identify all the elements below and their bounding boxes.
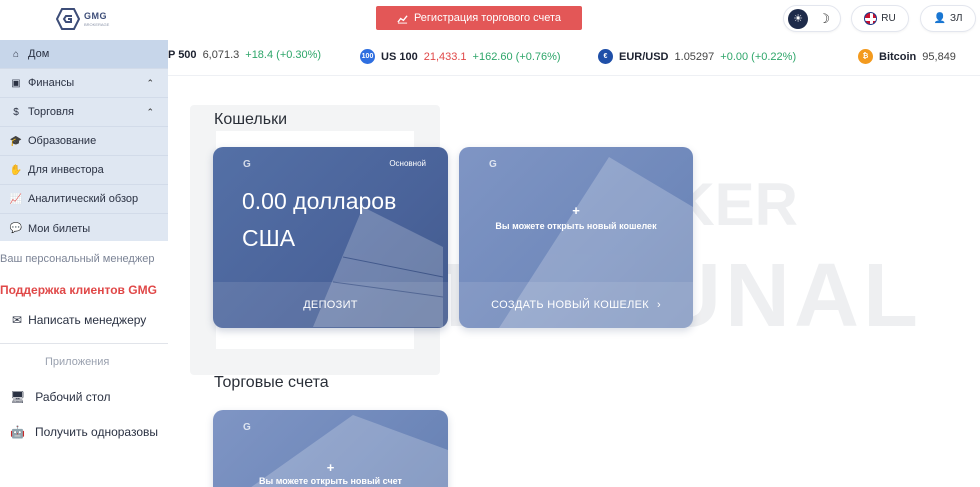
deposit-label: ДЕПОЗИТ (303, 299, 358, 311)
new-account-text: Вы можете открыть новый счет (259, 476, 402, 486)
robot-icon: 🤖 (10, 425, 25, 439)
sidebar-item-finance[interactable]: ▣ Финансы ⌃ (0, 69, 168, 98)
home-icon: ⌂ (12, 48, 20, 60)
chart-up-icon (397, 14, 408, 24)
desktop-app-link[interactable]: 🖥 Рабочий стол (10, 390, 111, 404)
ticker-change: +18.4 (+0.30%) (245, 49, 322, 61)
logo-text: GMG (84, 10, 107, 21)
ticker-name: EUR/USD (619, 50, 669, 63)
new-wallet-text: Вы можете открыть новый кошелек (495, 221, 657, 231)
sidebar-item-trading[interactable]: $ Торговля ⌃ (0, 98, 168, 127)
handshake-icon: ✋ (9, 164, 23, 176)
ticker-price: 6,071.3 (202, 49, 240, 61)
sun-icon[interactable]: ☀ (788, 8, 808, 29)
otp-app-link[interactable]: 🤖 Получить одноразовы (10, 425, 158, 439)
ticker-price: 1.05297 (674, 50, 715, 63)
wallet-icon: ▣ (11, 77, 21, 89)
wallets-title: Кошельки (214, 111, 288, 128)
sidebar-item-education[interactable]: 🎓 Образование (0, 127, 168, 156)
sidebar-item-label: Для инвестора (28, 164, 104, 176)
envelope-icon: ✉ (12, 313, 23, 327)
chat-bubble-icon: 💬 (9, 223, 23, 234)
sidebar-item-tickets[interactable]: 💬 Мои билеты (0, 214, 168, 243)
ticker-name: Bitcoin (879, 50, 917, 63)
sidebar-item-investor[interactable]: ✋ Для инвестора (0, 156, 168, 185)
support-label: Поддержка клиентов GMG (0, 283, 157, 297)
sidebar-divider (0, 343, 168, 344)
new-account-card[interactable]: G + Вы можете открыть новый счет (213, 410, 448, 487)
uk-flag-icon (864, 12, 878, 25)
sidebar-item-label: Дом (28, 48, 50, 60)
ticker-name: US 100 (381, 50, 418, 63)
main-badge: Основной (389, 159, 426, 168)
graduation-cap-icon: 🎓 (9, 135, 23, 147)
chevron-up-icon[interactable]: ⌃ (146, 78, 154, 89)
sidebar-item-label: Образование (28, 135, 97, 147)
language-selector[interactable]: RU (851, 5, 909, 32)
ticker-item[interactable]: ₿ Bitcoin 95,849 (858, 49, 956, 64)
eur-usd-icon: € (598, 49, 613, 64)
trading-accounts-title: Торговые счета (214, 374, 329, 391)
chart-icon: 📈 (9, 193, 23, 205)
desktop-label: Рабочий стол (35, 390, 111, 404)
register-trading-account-button[interactable]: Регистрация торгового счета (376, 6, 582, 30)
plus-icon: + (326, 460, 335, 475)
personal-manager-label: Ваш персональный менеджер (0, 253, 155, 265)
logo-subtext: BROKERAGE (84, 21, 110, 27)
card-logo-icon: G (243, 159, 251, 170)
monitor-icon: 🖥 (10, 390, 26, 404)
gmg-logo[interactable]: GMG BROKERAGE (56, 8, 109, 30)
sidebar-menu: ⌂ Дом ▣ Финансы ⌃ $ Торговля ⌃ 🎓 Образов… (0, 40, 168, 241)
ticker-price: 95,849 (922, 50, 956, 63)
ticker-item[interactable]: P 500 6,071.3 +18.4 (+0.30%) (168, 49, 321, 61)
moon-icon[interactable]: ☽ (818, 11, 830, 27)
card-logo-icon: G (489, 159, 497, 170)
ticker-item[interactable]: € EUR/USD 1.05297 +0.00 (+0.22%) (598, 49, 796, 64)
write-manager-label: Написать менеджеру (28, 313, 147, 327)
chevron-up-icon[interactable]: ⌃ (146, 107, 154, 118)
otp-label: Получить одноразовы (34, 425, 158, 439)
new-wallet-card[interactable]: G + Вы можете открыть новый кошелек СОЗД… (459, 147, 693, 328)
sidebar-item-label: Мои билеты (28, 222, 91, 235)
ticker-item[interactable]: 100 US 100 21,433.1 +162.60 (+0.76%) (360, 49, 561, 64)
wallet-balance: 0.00 долларов США (242, 188, 397, 251)
deposit-button[interactable]: ДЕПОЗИТ (213, 282, 448, 328)
dollar-icon: $ (13, 106, 19, 118)
write-manager-link[interactable]: ✉ Написать менеджеру (12, 313, 146, 327)
sidebar-item-label: Финансы (28, 77, 75, 89)
card-logo-icon: G (243, 422, 251, 433)
bitcoin-icon: ₿ (858, 49, 873, 64)
apps-label: Приложения (45, 356, 110, 368)
chevron-right-icon: › (656, 299, 661, 311)
user-initials: ЗЛ (949, 13, 963, 24)
create-wallet-button[interactable]: СОЗДАТЬ НОВЫЙ КОШЕЛЕК › (459, 282, 693, 328)
sidebar-item-home[interactable]: ⌂ Дом (0, 40, 168, 69)
language-label: RU (881, 13, 896, 24)
theme-toggle[interactable]: ☀ ☽ (783, 5, 841, 32)
user-menu[interactable]: 👤 ЗЛ (920, 5, 976, 32)
main-wallet-card[interactable]: G Основной 0.00 долларов США ДЕПОЗИТ (213, 147, 448, 328)
top-header: GMG BROKERAGE Регистрация торгового счет… (0, 0, 980, 37)
us100-icon: 100 (360, 49, 375, 64)
ticker-change: +0.00 (+0.22%) (720, 50, 797, 63)
ticker-price: 21,433.1 (423, 50, 467, 63)
ticker-name: P 500 (168, 49, 197, 61)
plus-icon: + (572, 203, 580, 218)
sidebar-item-label: Аналитический обзор (28, 193, 139, 205)
create-wallet-label: СОЗДАТЬ НОВЫЙ КОШЕЛЕК (491, 299, 649, 311)
sidebar-item-label: Торговля (28, 106, 74, 118)
gmg-logo-icon (56, 8, 80, 30)
sidebar-item-analytics[interactable]: 📈 Аналитический обзор (0, 185, 168, 214)
user-icon: 👤 (933, 13, 946, 24)
ticker-change: +162.60 (+0.76%) (472, 50, 561, 63)
register-label: Регистрация торгового счета (413, 12, 562, 24)
